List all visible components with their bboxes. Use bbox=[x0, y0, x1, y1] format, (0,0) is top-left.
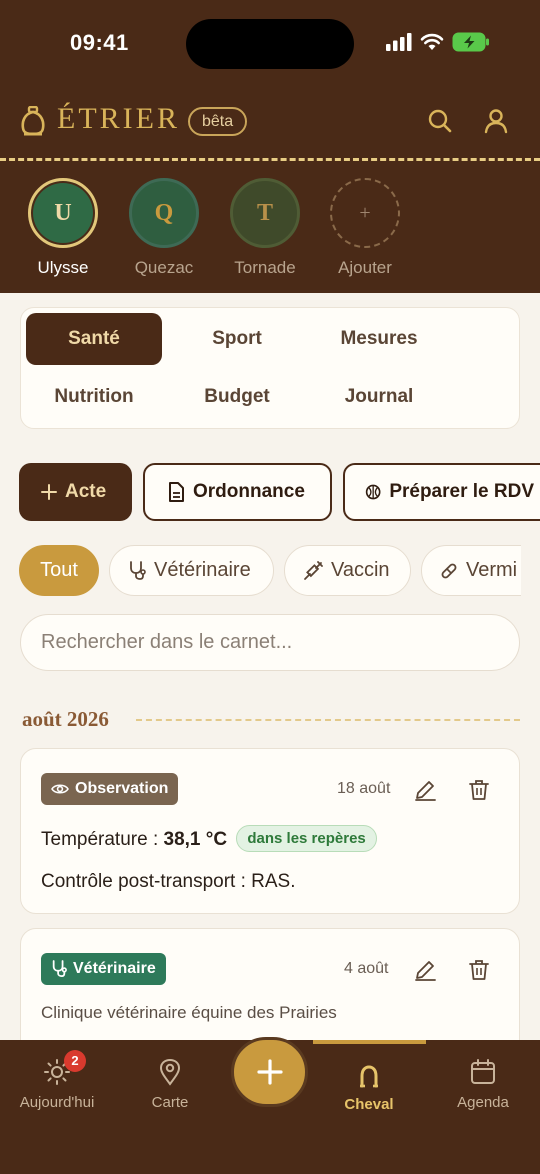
filter-vaccine[interactable]: Vaccin bbox=[284, 545, 411, 596]
edit-icon[interactable] bbox=[413, 778, 437, 802]
wifi-icon bbox=[420, 33, 444, 50]
entry-type-label: Observation bbox=[75, 780, 169, 797]
map-pin-icon bbox=[159, 1058, 181, 1086]
add-horse-button[interactable]: + Ajouter bbox=[325, 178, 405, 278]
nav-map-label: Carte bbox=[151, 1094, 189, 1111]
entry-type-badge: Observation bbox=[41, 773, 179, 805]
nav-horse[interactable]: Cheval bbox=[314, 1064, 424, 1113]
temperature-value: 38,1 °C bbox=[163, 829, 228, 850]
horseshoe-icon bbox=[360, 1065, 378, 1088]
document-icon bbox=[169, 482, 184, 502]
clipboard-icon bbox=[365, 484, 381, 500]
notification-badge: 2 bbox=[64, 1050, 86, 1072]
delete-icon[interactable] bbox=[467, 958, 491, 982]
stethoscope-icon bbox=[52, 960, 67, 978]
horse-avatar: U bbox=[28, 178, 98, 248]
status-bar: 09:41 bbox=[0, 0, 540, 90]
app-brand: ÉTRIER bbox=[57, 102, 180, 135]
eye-icon bbox=[51, 784, 69, 794]
nav-today[interactable]: Aujourd'hui bbox=[2, 1058, 112, 1111]
pill-icon bbox=[441, 563, 457, 578]
section-tabs: Santé Sport Mesures Nutrition Budget Jou… bbox=[20, 307, 520, 429]
prepare-appointment-label: Préparer le RDV bbox=[389, 481, 534, 502]
filter-deworming[interactable]: Vermi bbox=[421, 545, 521, 596]
calendar-icon bbox=[471, 1059, 495, 1084]
tab-nutrition[interactable]: Nutrition bbox=[26, 371, 162, 423]
add-act-button[interactable]: Acte bbox=[19, 463, 132, 521]
nav-today-label: Aujourd'hui bbox=[19, 1094, 95, 1111]
delete-icon[interactable] bbox=[467, 778, 491, 802]
dynamic-island bbox=[186, 19, 354, 69]
entry-note: Clinique vétérinaire équine des Prairies bbox=[41, 1003, 337, 1022]
beta-badge: bêta bbox=[188, 107, 248, 136]
filter-label: Vaccin bbox=[331, 559, 390, 581]
month-divider bbox=[136, 719, 520, 721]
status-badge: dans les repères bbox=[236, 825, 377, 852]
tab-journal[interactable]: Journal bbox=[311, 371, 447, 423]
plus-icon bbox=[256, 1059, 283, 1085]
journal-search-input[interactable]: Rechercher dans le carnet... bbox=[20, 614, 520, 671]
app-header: 09:41 ÉTRIER bêta U Ulysse Q Quezac T To… bbox=[0, 0, 540, 293]
signal-icon bbox=[386, 33, 412, 51]
entry-type-badge: Vétérinaire bbox=[41, 953, 166, 985]
horse-avatar: T bbox=[230, 178, 300, 248]
month-heading: août 2026 bbox=[22, 707, 109, 731]
filter-all[interactable]: Tout bbox=[19, 545, 99, 596]
entry-date: 4 août bbox=[344, 960, 389, 977]
stirrup-logo-icon bbox=[21, 106, 45, 136]
journal-entry-card[interactable]: Observation 18 août Température : 38,1 °… bbox=[20, 748, 520, 914]
filter-label: Vermi bbox=[466, 559, 518, 581]
add-icon: + bbox=[330, 178, 400, 248]
edit-icon[interactable] bbox=[413, 958, 437, 982]
horse-name: Quezac bbox=[134, 258, 194, 277]
horse-ulysse[interactable]: U Ulysse bbox=[23, 178, 103, 278]
horse-avatar: Q bbox=[129, 178, 199, 248]
horse-quezac[interactable]: Q Quezac bbox=[124, 178, 204, 278]
prescription-button[interactable]: Ordonnance bbox=[143, 463, 332, 521]
filter-label: Tout bbox=[40, 559, 78, 581]
active-tab-indicator bbox=[313, 1040, 426, 1044]
status-icons bbox=[386, 32, 490, 52]
horse-name: Ajouter bbox=[338, 258, 392, 277]
prepare-appointment-button[interactable]: Préparer le RDV bbox=[343, 463, 540, 521]
add-fab-button[interactable] bbox=[231, 1037, 308, 1107]
tab-sport[interactable]: Sport bbox=[169, 313, 305, 365]
add-act-label: Acte bbox=[65, 481, 107, 502]
tab-sante[interactable]: Santé bbox=[26, 313, 162, 365]
nav-horse-label: Cheval bbox=[344, 1096, 394, 1113]
filter-chips: Tout Vétérinaire Vaccin Vermi bbox=[0, 545, 521, 597]
plus-icon bbox=[41, 484, 57, 500]
profile-icon[interactable] bbox=[483, 108, 509, 134]
stethoscope-icon bbox=[130, 560, 146, 580]
temperature-row: Température : 38,1 °C dans les repères bbox=[41, 825, 377, 852]
status-time: 09:41 bbox=[70, 30, 129, 55]
entry-note: Contrôle post-transport : RAS. bbox=[41, 871, 296, 892]
temperature-label: Température : bbox=[41, 829, 164, 850]
horse-name: Tornade bbox=[234, 258, 296, 277]
filter-veterinary[interactable]: Vétérinaire bbox=[109, 545, 274, 596]
brand-row: ÉTRIER bêta bbox=[0, 98, 540, 148]
filter-label: Vétérinaire bbox=[154, 559, 251, 581]
nav-map[interactable]: Carte bbox=[115, 1058, 225, 1111]
tab-mesures[interactable]: Mesures bbox=[311, 313, 447, 365]
entry-date: 18 août bbox=[337, 780, 391, 797]
tab-budget[interactable]: Budget bbox=[169, 371, 305, 423]
prescription-label: Ordonnance bbox=[193, 481, 305, 502]
search-icon[interactable] bbox=[427, 108, 453, 134]
syringe-icon bbox=[304, 560, 323, 580]
horse-name: Ulysse bbox=[37, 258, 89, 277]
battery-icon bbox=[452, 32, 489, 52]
nav-agenda-label: Agenda bbox=[457, 1094, 509, 1111]
entry-type-label: Vétérinaire bbox=[73, 960, 156, 977]
nav-agenda[interactable]: Agenda bbox=[428, 1058, 538, 1111]
header-divider bbox=[0, 158, 540, 161]
horse-tornade[interactable]: T Tornade bbox=[225, 178, 305, 278]
